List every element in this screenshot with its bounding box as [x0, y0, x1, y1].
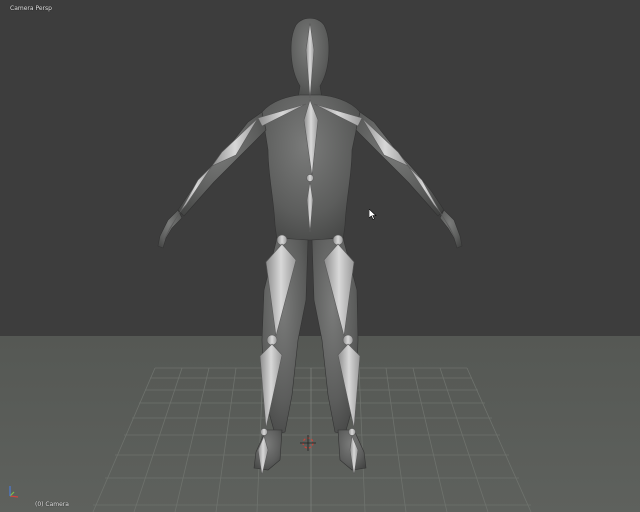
- spine-joint: [306, 174, 314, 182]
- scene-canvas[interactable]: [0, 0, 640, 512]
- knee-right-joint: [342, 334, 354, 346]
- 3d-viewport[interactable]: Camera Persp (0) Camera: [0, 0, 640, 512]
- view-name-label: Camera Persp: [10, 5, 52, 12]
- xyz-axis-gizmo-icon: [9, 486, 19, 498]
- active-object-label: (0) Camera: [35, 501, 69, 508]
- ankle-right-joint: [348, 428, 356, 436]
- ankle-left-joint: [260, 428, 268, 436]
- knee-left-joint: [266, 334, 278, 346]
- hip-left-joint: [276, 234, 288, 246]
- arrow-pointer-icon: [369, 209, 377, 220]
- floor-plane: [0, 336, 640, 512]
- hip-right-joint: [332, 234, 344, 246]
